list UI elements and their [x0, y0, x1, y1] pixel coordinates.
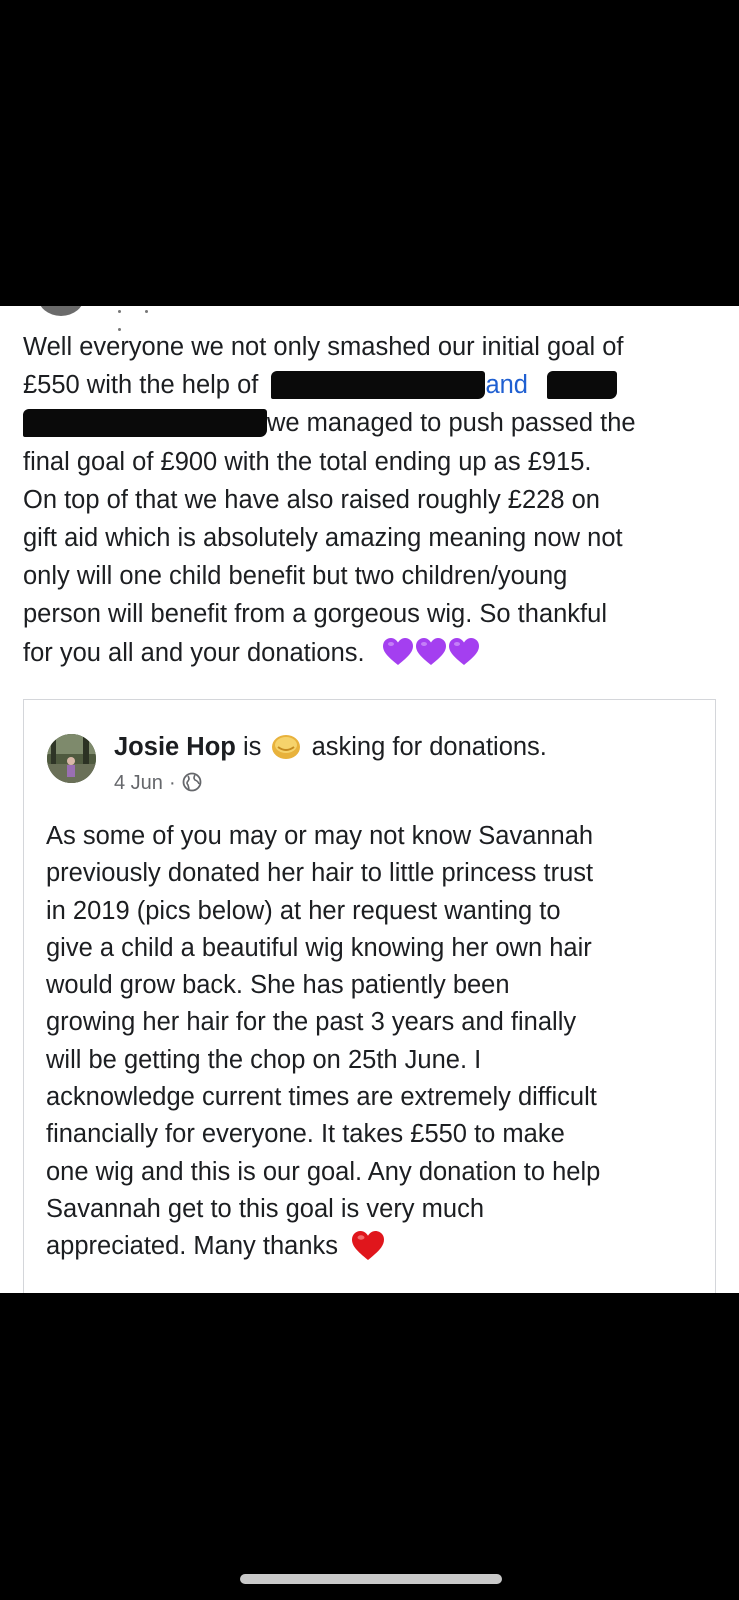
- post-line: we managed to push passed the: [23, 404, 723, 442]
- shared-line: As some of you may or may not know Savan…: [46, 822, 594, 850]
- shared-line: acknowledge current times are extremely …: [46, 1083, 597, 1112]
- author-verb: is: [242, 733, 262, 761]
- meta-separator: ·: [168, 772, 176, 794]
- avatar-photo: [47, 734, 96, 783]
- purple-hearts: [382, 637, 481, 678]
- redaction-mark: [271, 371, 486, 400]
- shared-post-body: As some of you may or may not know Savan…: [46, 818, 706, 1270]
- post-line-text: £550 with the help of: [23, 371, 259, 400]
- coin-emoji-icon: [272, 735, 301, 759]
- shared-line: Savannah get to this goal is very much: [46, 1194, 484, 1223]
- post-line: £550 with the help of and: [23, 366, 723, 404]
- post-line: only will one child benefit but two chil…: [23, 562, 568, 591]
- post-body: Well everyone we not only smashed our in…: [23, 328, 723, 676]
- bottom-black-bar: [0, 1293, 739, 1600]
- post-line: On top of that we have also raised rough…: [23, 485, 600, 514]
- purple-heart-icon: [415, 637, 446, 665]
- shared-line: would grow back. She has patiently been: [46, 971, 510, 1000]
- red-heart-icon: [352, 1231, 385, 1261]
- post-date[interactable]: 4 Jun: [114, 772, 163, 794]
- shared-post-card[interactable]: Josie Hop is asking for donations. 4 Jun…: [23, 699, 716, 1293]
- post-line-text: for you all and your donations.: [23, 638, 365, 667]
- shared-line: give a child a beautiful wig knowing her…: [46, 933, 592, 962]
- shared-line: growing her hair for the past 3 years an…: [46, 1008, 577, 1037]
- author-name[interactable]: Josie Hop: [114, 733, 236, 761]
- shared-line: in 2019 (pics below) at her request want…: [46, 896, 561, 925]
- shared-line: previously donated her hair to little pr…: [46, 859, 594, 888]
- post-line: person will benefit from a gorgeous wig.…: [23, 600, 607, 629]
- post-line: gift aid which is absolutely amazing mea…: [23, 523, 623, 552]
- purple-heart-icon: [382, 637, 413, 665]
- purple-heart-icon: [448, 637, 479, 665]
- activity-text: asking for donations.: [311, 733, 547, 761]
- post-line: Well everyone we not only smashed our in…: [23, 333, 624, 361]
- shared-line: financially for everyone. It takes £550 …: [46, 1120, 565, 1149]
- top-black-bar: [0, 0, 739, 306]
- post-line: final goal of £900 with the total ending…: [23, 447, 592, 476]
- globe-icon: [182, 772, 202, 792]
- cropped-header-remnant: [118, 306, 198, 331]
- post-content-area: Well everyone we not only smashed our in…: [0, 306, 739, 1293]
- shared-line-text: appreciated. Many thanks: [46, 1232, 339, 1261]
- shared-line: will be getting the chop on 25th June. I: [46, 1045, 482, 1074]
- cropped-avatar: [38, 306, 84, 316]
- shared-post-header: Josie Hop is asking for donations.: [114, 733, 547, 762]
- tagged-link[interactable]: and: [485, 371, 528, 399]
- post-line: for you all and your donations.: [23, 634, 723, 676]
- home-indicator[interactable]: [240, 1574, 502, 1584]
- avatar[interactable]: [47, 734, 96, 783]
- redaction-mark: [23, 409, 267, 438]
- redaction-mark: [547, 371, 618, 400]
- post-meta: 4 Jun ·: [114, 772, 202, 795]
- post-line-text: we managed to push passed the: [267, 409, 636, 438]
- shared-line: appreciated. Many thanks: [46, 1228, 706, 1270]
- shared-line: one wig and this is our goal. Any donati…: [46, 1157, 601, 1186]
